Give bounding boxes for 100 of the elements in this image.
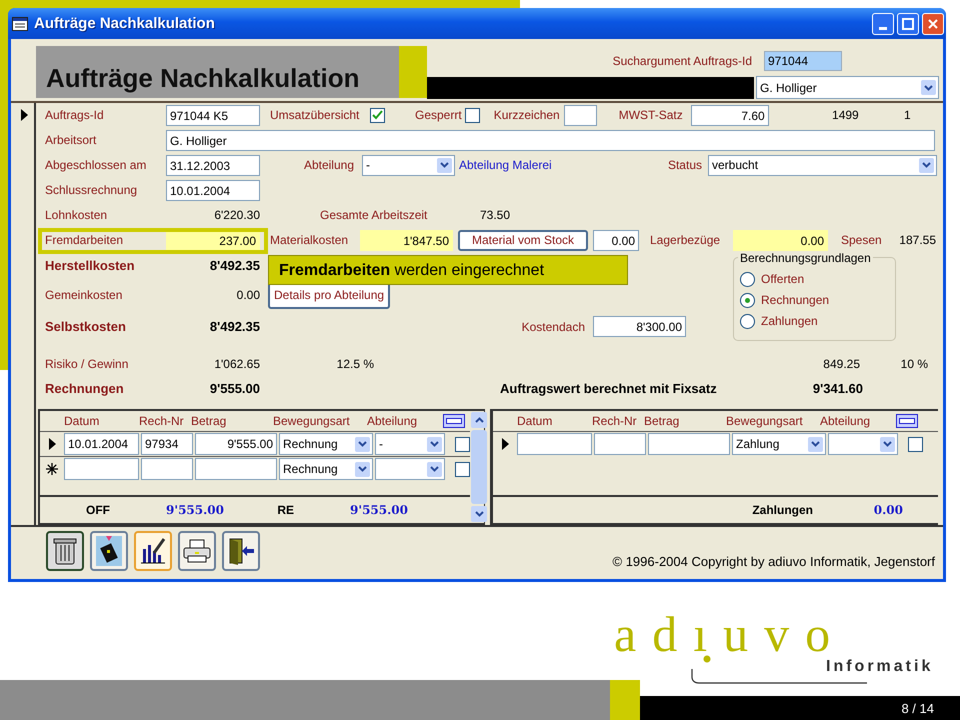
field-label: Schlussrechnung — [45, 183, 138, 198]
door-exit-icon — [227, 537, 255, 565]
field-label: Umsatzübersicht — [270, 108, 360, 122]
value-text: Abteilung Malerei — [459, 158, 553, 172]
page-number: 8 / 14 — [901, 701, 934, 716]
dropdown[interactable]: verbucht — [708, 154, 937, 176]
value-text: 9'555.00 — [208, 381, 260, 396]
dropdown[interactable]: Rechnung — [279, 433, 373, 456]
field-label: Lohnkosten — [45, 208, 108, 222]
input-field[interactable]: 10.01.2004 — [166, 180, 260, 201]
column-header: Bewegungsart — [726, 414, 804, 428]
input-field[interactable]: 8'300.00 — [593, 316, 686, 338]
field-label: Suchargument Auftrags-Id — [612, 54, 752, 68]
field-label: Gesperrt — [415, 108, 462, 122]
toolbar-button[interactable] — [134, 531, 172, 571]
toolbar-button[interactable] — [90, 531, 128, 571]
value-text: 1 — [903, 108, 911, 122]
toolbar-button[interactable] — [178, 531, 216, 571]
search-field[interactable]: 971044 — [764, 51, 842, 71]
dropdown[interactable]: G. Holliger — [756, 76, 939, 99]
input-field[interactable]: 31.12.2003 — [166, 154, 260, 176]
chevron-icon — [427, 436, 442, 452]
radio-button[interactable] — [740, 292, 755, 308]
value-text: 849.25 — [822, 356, 860, 371]
record-size-icon — [443, 414, 465, 428]
input-field[interactable]: 1'847.50 — [360, 230, 453, 251]
input-field[interactable] — [141, 458, 193, 480]
scroll-down-button[interactable] — [471, 506, 487, 522]
input-field[interactable]: 0.00 — [593, 230, 639, 251]
field-label: Kurzzeichen — [494, 108, 560, 122]
value-text: 9'341.60 — [812, 381, 863, 396]
input-field[interactable] — [594, 433, 646, 456]
value-text: 0.00 — [236, 288, 260, 302]
printer-icon — [183, 539, 211, 563]
input-field[interactable] — [64, 458, 139, 480]
current-record-icon — [20, 109, 29, 121]
toolbar-button[interactable] — [222, 531, 260, 571]
current-record-icon — [500, 438, 510, 450]
sum-label: OFF — [85, 503, 110, 518]
trash-icon — [53, 536, 77, 566]
input-field[interactable]: G. Holliger — [166, 130, 935, 151]
field-label: Fremdarbeiten — [45, 233, 124, 248]
column-header: Rech-Nr — [139, 414, 185, 428]
radio-button[interactable] — [740, 314, 755, 329]
chevron-icon — [355, 462, 370, 477]
input-field[interactable]: 97934 — [141, 433, 193, 456]
input-field[interactable]: 10.01.2004 — [64, 433, 139, 456]
input-field[interactable] — [564, 104, 597, 126]
column-header: Datum — [64, 414, 100, 428]
field-label: Arbeitsort — [45, 133, 98, 148]
radio-option[interactable]: Rechnungen — [740, 292, 889, 308]
radio-option[interactable]: Offerten — [740, 272, 889, 287]
minimize-button[interactable] — [872, 12, 894, 34]
checkbox[interactable] — [908, 436, 923, 452]
input-field[interactable]: 0.00 — [733, 230, 828, 251]
checkbox[interactable] — [455, 436, 470, 452]
close-button[interactable] — [922, 12, 944, 34]
checkbox[interactable] — [464, 108, 480, 123]
input-field[interactable] — [195, 458, 277, 480]
material-button[interactable]: Material vom Stock — [458, 230, 588, 251]
input-field[interactable] — [517, 433, 592, 456]
input-field[interactable]: 971044 K5 — [166, 104, 260, 126]
input-field[interactable]: 9'555.00 — [195, 433, 277, 456]
input-field[interactable] — [648, 433, 730, 456]
maximize-icon — [902, 18, 914, 30]
field-label: Spesen — [841, 233, 883, 248]
minimize-icon — [879, 27, 887, 30]
radio-button[interactable] — [740, 272, 755, 287]
checkbox[interactable] — [370, 108, 385, 123]
value-text: 10 % — [900, 356, 928, 371]
chevron-icon — [919, 158, 934, 173]
input-field[interactable]: 7.60 — [690, 104, 769, 126]
dropdown[interactable]: Rechnung — [279, 458, 373, 480]
column-header: Abteilung — [367, 414, 418, 428]
field-label: Risiko / Gewinn — [45, 356, 130, 371]
dropdown[interactable] — [375, 458, 445, 480]
dropdown[interactable] — [828, 433, 898, 456]
toolbar-button[interactable] — [46, 531, 84, 571]
value-text: 1'062.65 — [213, 356, 260, 371]
logo-subtitle: Informatik — [826, 658, 934, 676]
value-text: 73.50 — [478, 208, 510, 222]
scroll-up-button[interactable] — [471, 412, 487, 428]
value-text: 6'220.30 — [213, 208, 260, 222]
checkbox[interactable] — [455, 462, 470, 477]
field-label: Rechnungen — [45, 381, 125, 396]
banner-accent — [399, 46, 427, 98]
maximize-button[interactable] — [897, 12, 919, 34]
value-text: 12.5 % — [336, 356, 374, 371]
bar-chart-icon — [140, 537, 166, 565]
form-title: Aufträge Nachkalkulation — [46, 63, 360, 94]
form-icon — [12, 16, 28, 30]
value-text: 8'492.35 — [208, 319, 260, 334]
field-label: Herstellkosten — [45, 258, 136, 273]
sum-value: 9'555.00 — [349, 503, 408, 518]
dropdown[interactable]: - — [362, 154, 455, 176]
chevron-icon — [437, 158, 452, 173]
chevron-icon — [427, 462, 442, 477]
dropdown[interactable]: - — [375, 433, 445, 456]
radio-option[interactable]: Zahlungen — [740, 314, 889, 329]
dropdown[interactable]: Zahlung — [732, 433, 826, 456]
